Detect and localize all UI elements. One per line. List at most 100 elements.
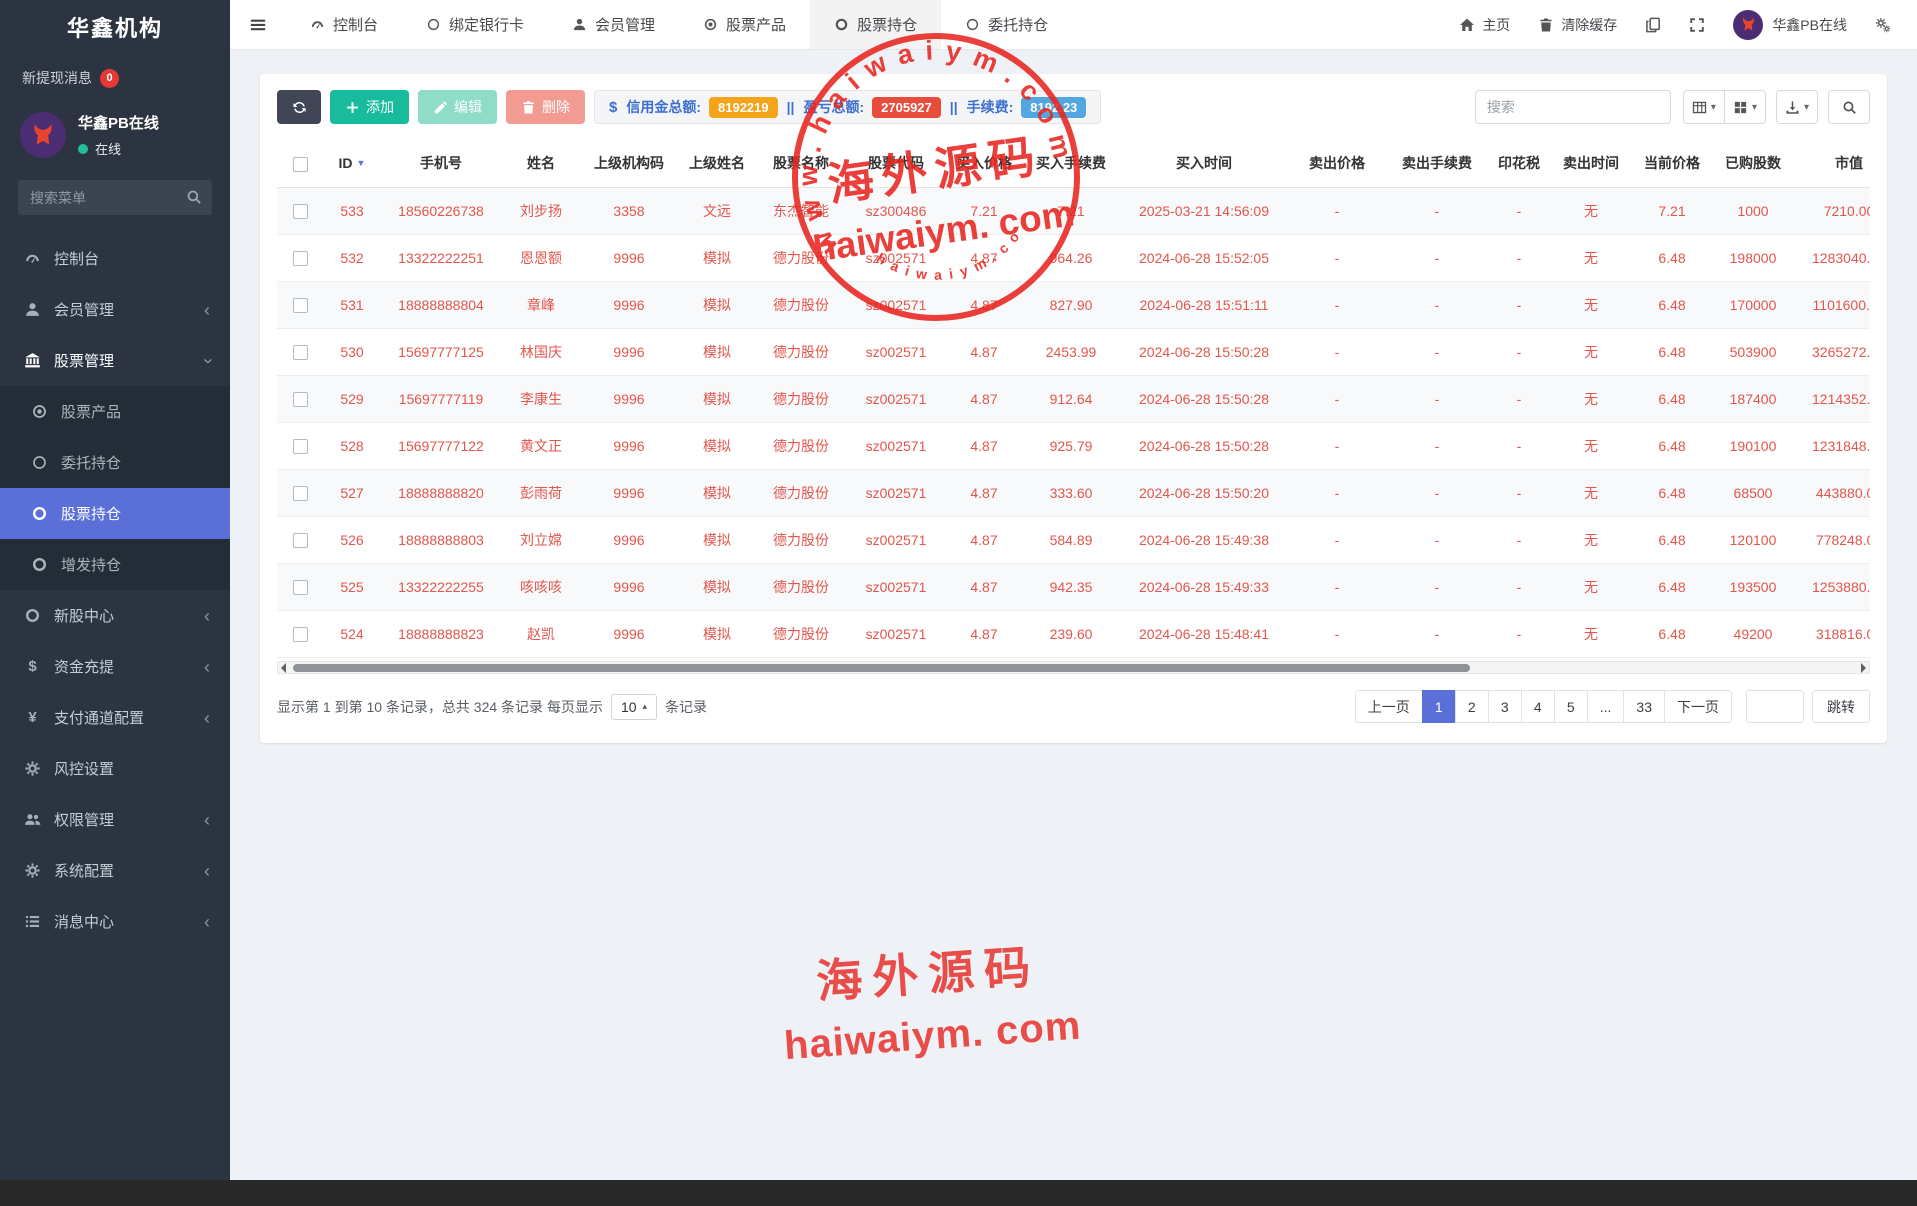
column-header[interactable]: 买入时间: [1121, 140, 1287, 187]
jump-button[interactable]: 跳转: [1812, 690, 1870, 723]
row-checkbox[interactable]: [293, 298, 308, 313]
row-checkbox[interactable]: [293, 439, 308, 454]
column-header[interactable]: 上级姓名: [677, 140, 757, 187]
column-header[interactable]: 上级机构码: [581, 140, 677, 187]
add-button[interactable]: 添加: [330, 90, 409, 124]
table-cell: 827.90: [1021, 281, 1121, 328]
page-button-4[interactable]: 4: [1521, 690, 1555, 723]
sidebar-item-3[interactable]: 新股中心‹: [0, 590, 230, 641]
prev-page-button[interactable]: 上一页: [1355, 690, 1423, 723]
advanced-search-button[interactable]: [1828, 90, 1870, 124]
row-checkbox[interactable]: [293, 251, 308, 266]
sidebar-item-7[interactable]: 权限管理‹: [0, 794, 230, 845]
chevron-left-icon: ‹: [204, 709, 210, 727]
page-button-1[interactable]: 1: [1422, 690, 1456, 723]
table-cell: 黄文正: [501, 422, 581, 469]
sidebar-item-2[interactable]: 股票管理‹: [0, 335, 230, 386]
plus-icon: [345, 100, 360, 115]
table-cell: 彭雨荷: [501, 469, 581, 516]
sidebar-subitem-2[interactable]: 股票持仓: [0, 488, 230, 539]
column-header[interactable]: 已购股数: [1713, 140, 1793, 187]
refresh-button[interactable]: [277, 90, 321, 124]
menu-search-input[interactable]: [18, 180, 212, 215]
column-header[interactable]: 股票代码: [845, 140, 947, 187]
sidebar-item-0[interactable]: 控制台: [0, 233, 230, 284]
column-header[interactable]: 姓名: [501, 140, 581, 187]
sidebar-item-1[interactable]: 会员管理‹: [0, 284, 230, 335]
copy-page-button[interactable]: [1645, 17, 1661, 33]
sidebar-item-5[interactable]: ¥支付通道配置‹: [0, 692, 230, 743]
user-menu[interactable]: 华鑫PB在线: [1733, 10, 1847, 40]
table-cell: 李康生: [501, 375, 581, 422]
table-cell: 2024-06-28 15:49:38: [1121, 516, 1287, 563]
table-search-input[interactable]: [1475, 90, 1671, 124]
page-button-...[interactable]: ...: [1587, 690, 1625, 723]
nav-tab-0[interactable]: 控制台: [286, 0, 402, 49]
settings-button[interactable]: [1875, 17, 1891, 33]
export-icon: [1785, 100, 1800, 115]
jump-page-input[interactable]: [1746, 690, 1804, 723]
sidebar-subitem-3[interactable]: 增发持仓: [0, 539, 230, 590]
sidebar-toggle-button[interactable]: [230, 0, 286, 49]
search-icon: [1842, 100, 1857, 115]
column-header[interactable]: 卖出手续费: [1387, 140, 1487, 187]
nav-tab-2[interactable]: 会员管理: [548, 0, 679, 49]
table-cell: 925.79: [1021, 422, 1121, 469]
page-button-3[interactable]: 3: [1488, 690, 1522, 723]
row-checkbox[interactable]: [293, 204, 308, 219]
column-header[interactable]: 当前价格: [1631, 140, 1713, 187]
sidebar-item-8[interactable]: 系统配置‹: [0, 845, 230, 896]
sidebar-item-6[interactable]: 风控设置: [0, 743, 230, 794]
table-cell: 德力股份: [757, 469, 845, 516]
horizontal-scrollbar[interactable]: [277, 661, 1870, 674]
table-cell: 526: [323, 516, 381, 563]
withdraw-notice[interactable]: 新提现消息 0: [0, 58, 230, 102]
scroll-left-arrow[interactable]: [281, 663, 286, 673]
clear-cache-link[interactable]: 清除缓存: [1538, 15, 1617, 35]
row-checkbox[interactable]: [293, 345, 308, 360]
sidebar-subitem-label: 委托持仓: [61, 452, 121, 473]
layout-toggle-button[interactable]: ▾: [1724, 90, 1766, 124]
row-checkbox[interactable]: [293, 627, 308, 642]
table-cell: 无: [1551, 187, 1631, 234]
nav-tab-5[interactable]: 委托持仓: [941, 0, 1072, 49]
column-header[interactable]: 卖出时间: [1551, 140, 1631, 187]
page-button-2[interactable]: 2: [1455, 690, 1489, 723]
column-header[interactable]: 股票名称: [757, 140, 845, 187]
row-checkbox[interactable]: [293, 486, 308, 501]
export-button[interactable]: ▾: [1776, 90, 1818, 124]
fullscreen-button[interactable]: [1689, 17, 1705, 33]
table-cell: 1231848.00: [1793, 422, 1870, 469]
table-cell: 584.89: [1021, 516, 1121, 563]
column-header[interactable]: 印花税: [1487, 140, 1551, 187]
delete-button[interactable]: 删除: [506, 90, 585, 124]
circle-bold-icon: [31, 505, 48, 522]
nav-tab-1[interactable]: 绑定银行卡: [402, 0, 548, 49]
column-header[interactable]: ID▼: [323, 140, 381, 187]
sidebar-item-9[interactable]: 消息中心‹: [0, 896, 230, 947]
page-size-select[interactable]: 10▴: [611, 694, 657, 720]
sidebar-item-4[interactable]: $资金充提‹: [0, 641, 230, 692]
nav-tab-3[interactable]: 股票产品: [679, 0, 810, 49]
column-header[interactable]: 市值: [1793, 140, 1870, 187]
column-header[interactable]: 卖出价格: [1287, 140, 1387, 187]
select-all-checkbox[interactable]: [293, 157, 308, 172]
sidebar-subitem-1[interactable]: 委托持仓: [0, 437, 230, 488]
nav-tab-4[interactable]: 股票持仓: [810, 0, 941, 49]
edit-button[interactable]: 编辑: [418, 90, 497, 124]
row-checkbox[interactable]: [293, 392, 308, 407]
page-button-5[interactable]: 5: [1554, 690, 1588, 723]
column-header[interactable]: 买入价格: [947, 140, 1021, 187]
sidebar-subitem-0[interactable]: 股票产品: [0, 386, 230, 437]
row-checkbox[interactable]: [293, 533, 308, 548]
column-header[interactable]: 手机号: [381, 140, 501, 187]
row-checkbox[interactable]: [293, 580, 308, 595]
page-button-33[interactable]: 33: [1623, 690, 1665, 723]
columns-toggle-button[interactable]: ▾: [1683, 90, 1725, 124]
column-header[interactable]: 买入手续费: [1021, 140, 1121, 187]
next-page-button[interactable]: 下一页: [1664, 690, 1732, 723]
scrollbar-thumb[interactable]: [293, 664, 1470, 672]
scroll-right-arrow[interactable]: [1861, 663, 1866, 673]
table-cell: -: [1287, 422, 1387, 469]
home-link[interactable]: 主页: [1459, 15, 1510, 35]
